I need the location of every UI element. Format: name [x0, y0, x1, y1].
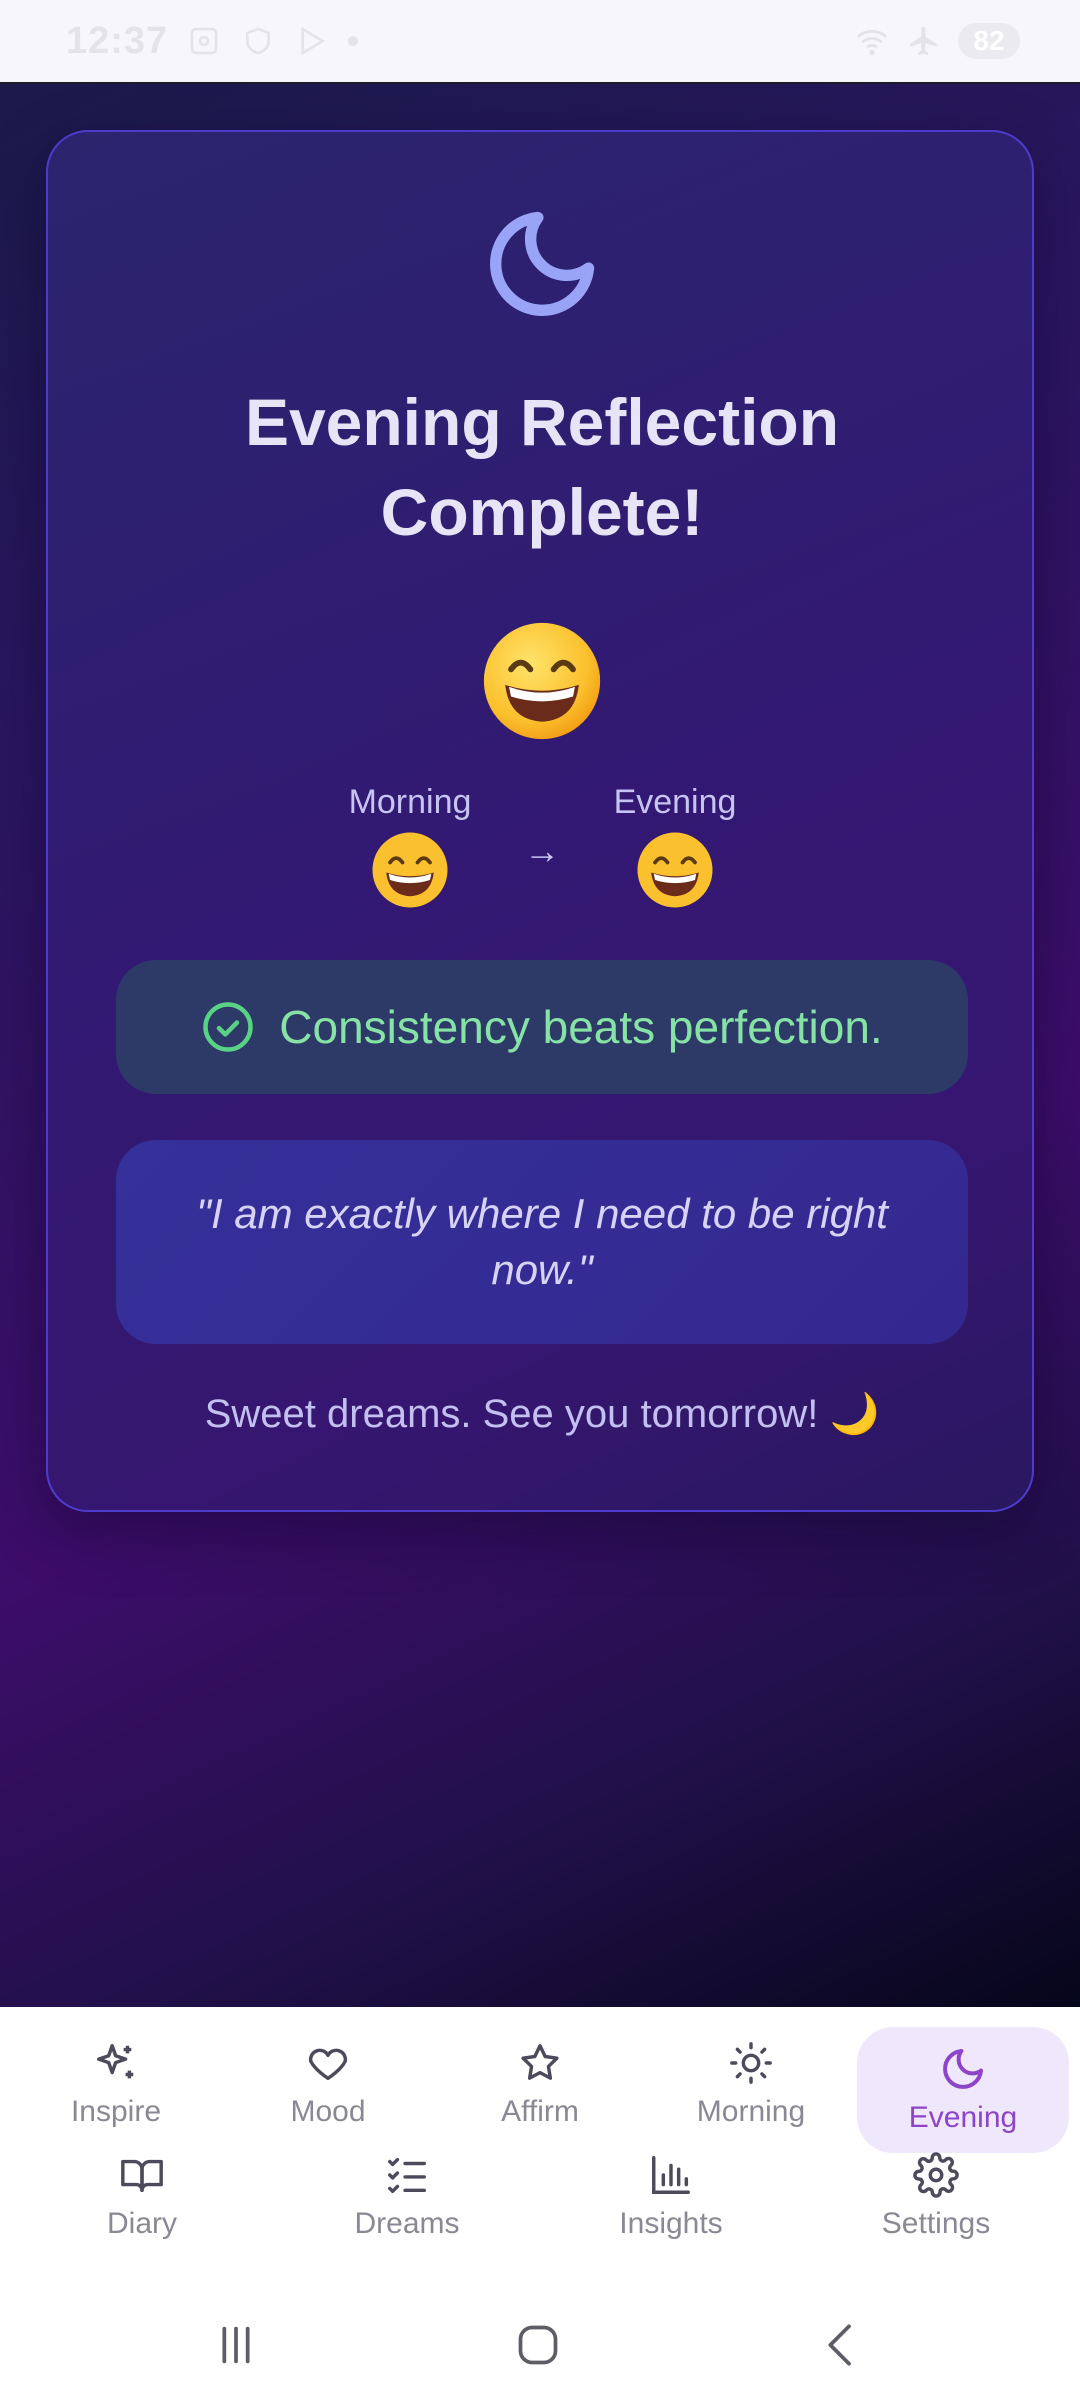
notification-dot-icon [348, 36, 359, 46]
nav-row-secondary: Diary Dreams Insights Settings [0, 2149, 1080, 2269]
arrow-icon: → [524, 830, 560, 871]
nav-item-evening[interactable]: Evening [857, 2027, 1069, 2153]
evening-label: Evening [613, 783, 737, 821]
affirmation-text: "I am exactly where I need to be right n… [196, 1190, 888, 1293]
bottom-navigation: Inspire Mood Affirm Morning Evening Diar… [0, 2007, 1080, 2279]
sparkles-icon [92, 2039, 140, 2087]
recent-apps-button[interactable] [206, 2315, 266, 2375]
sun-icon [727, 2039, 775, 2087]
morning-mood: Morning [310, 782, 510, 910]
consistency-banner: Consistency beats perfection. [116, 960, 968, 1094]
screenshot-icon [186, 23, 222, 59]
grinning-face-emoji [483, 622, 601, 740]
nav-item-inspire[interactable]: Inspire [56, 2039, 176, 2129]
morning-label: Morning [348, 783, 472, 821]
nav-label-insights: Insights [619, 2207, 723, 2240]
back-icon [828, 2324, 851, 2366]
evening-mood: Evening [575, 782, 775, 910]
heart-icon [304, 2039, 352, 2087]
nav-label-inspire: Inspire [70, 2095, 162, 2128]
book-icon [118, 2151, 166, 2199]
battery-indicator: 82 [958, 23, 1020, 59]
wifi-icon [854, 23, 890, 59]
nav-item-insights[interactable]: Insights [601, 2151, 741, 2241]
affirmation-box: "I am exactly where I need to be right n… [116, 1140, 968, 1344]
nav-item-dreams[interactable]: Dreams [337, 2151, 477, 2241]
checklist-icon [383, 2151, 431, 2199]
main-area: Evening Reflection Complete! Morning → E… [0, 84, 1080, 2007]
mood-comparison: Morning → Evening [48, 782, 1036, 922]
nav-label-diary: Diary [106, 2207, 177, 2240]
status-bar: 12:37 82 [0, 0, 1080, 84]
evening-grinning-face-emoji [637, 832, 713, 908]
nav-item-settings[interactable]: Settings [866, 2151, 1006, 2241]
nav-item-diary[interactable]: Diary [82, 2151, 202, 2241]
page-title: Evening Reflection Complete! [244, 385, 840, 549]
back-button[interactable] [812, 2315, 872, 2375]
nav-label-mood: Mood [290, 2095, 366, 2128]
airplane-icon [906, 23, 942, 59]
moon-icon [939, 2045, 987, 2093]
nav-label-affirm: Affirm [501, 2095, 579, 2128]
system-navigation-bar [0, 2279, 1080, 2408]
shield-icon [240, 23, 276, 59]
reflection-card: Evening Reflection Complete! Morning → E… [46, 130, 1034, 1512]
gear-icon [912, 2151, 960, 2199]
consistency-text: Consistency beats perfection. [279, 1001, 883, 1053]
moon-icon [490, 211, 595, 316]
status-left: 12:37 [66, 19, 359, 63]
recent-apps-icon [222, 2326, 250, 2364]
morning-grinning-face-emoji [372, 832, 448, 908]
check-circle-icon [201, 1000, 255, 1054]
star-icon [516, 2039, 564, 2087]
nav-row-primary: Inspire Mood Affirm Morning Evening [0, 2019, 1080, 2153]
nav-item-morning[interactable]: Morning [681, 2039, 821, 2129]
nav-item-affirm[interactable]: Affirm [480, 2039, 600, 2129]
bar-chart-icon [647, 2151, 695, 2199]
nav-item-mood[interactable]: Mood [268, 2039, 388, 2129]
farewell-text: Sweet dreams. See you tomorrow! 🌙 [204, 1392, 880, 1436]
play-store-icon [294, 23, 330, 59]
nav-label-dreams: Dreams [354, 2207, 460, 2240]
nav-label-settings: Settings [881, 2207, 991, 2240]
home-icon [518, 2325, 558, 2365]
home-button[interactable] [508, 2315, 568, 2375]
status-right: 82 [854, 23, 1020, 59]
status-time: 12:37 [66, 19, 169, 62]
nav-label-evening: Evening [908, 2101, 1018, 2134]
nav-label-morning: Morning [696, 2095, 806, 2128]
